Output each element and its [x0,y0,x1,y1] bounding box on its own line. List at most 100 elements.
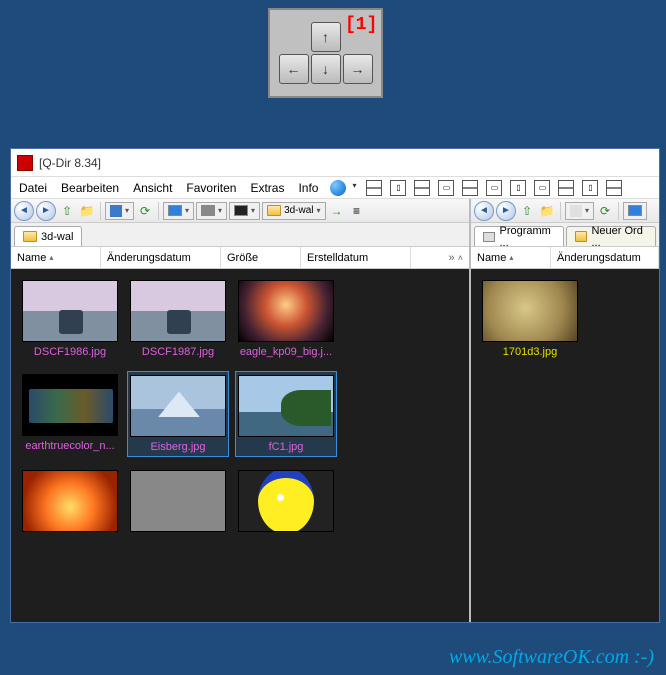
pane-left-toolbar: ◄ ► ⇧ 📁 ▾ ⟳ ▾ ▾ ▾ [11,199,469,223]
key-left: ← [279,54,309,84]
address-text: 3d-wal [284,205,313,216]
color-gray-dropdown[interactable]: ▾ [196,202,227,220]
col-name[interactable]: Name▴ [11,247,101,268]
key-right: → [343,54,373,84]
folder-icon [23,231,37,242]
layout-btn-3[interactable] [414,180,430,196]
thumb-image [238,470,334,532]
address-dropdown[interactable]: 3d-wal ▾ [262,202,325,220]
key-down: ↓ [311,54,341,84]
thumb-eagle[interactable]: eagle_kp09_big.j... [235,277,337,361]
pane-left-tabs: 3d-wal [11,223,469,247]
color-blue-dropdown[interactable] [623,202,647,220]
thumb-smiley[interactable] [235,467,337,535]
watermark: www.SoftwareOK.com :-) [449,646,654,669]
go-icon[interactable]: → [328,202,346,220]
layout-btn-6[interactable]: ▭ [486,180,502,196]
pane-left: ◄ ► ⇧ 📁 ▾ ⟳ ▾ ▾ ▾ [11,199,471,622]
folder-new-icon[interactable]: 📁 [78,202,96,220]
window-title: [Q-Dir 8.34] [39,156,101,170]
menu-datei[interactable]: Datei [13,179,53,197]
nav-back-icon[interactable]: ◄ [14,201,34,221]
layout-btn-9[interactable] [558,180,574,196]
thumb-1701d3[interactable]: 1701d3.jpg [479,277,581,361]
col-more[interactable]: » ˄ [443,252,469,264]
view-mode-dropdown[interactable]: ▾ [105,202,134,220]
layout-btn-1[interactable] [366,180,382,196]
thumb-label: DSCF1987.jpg [130,346,226,358]
pane-left-thumbs[interactable]: DSCF1986.jpg DSCF1987.jpg eagle_kp09_big… [11,269,469,622]
pane-right: ◄ ► ⇧ 📁 ▾ ⟳ Programm ... [471,199,659,622]
thumb-image [238,280,334,342]
thumb-sunset[interactable] [19,467,121,535]
key-up: ↑ [311,22,341,52]
thumb-label: fC1.jpg [239,441,333,453]
annotation-1: [1] [345,15,377,35]
pane-right-tabs: Programm ... Neuer Ord ... [471,223,659,247]
thumb-label: eagle_kp09_big.j... [238,346,334,358]
menu-extras[interactable]: Extras [244,179,290,197]
thumb-eisberg[interactable]: Eisberg.jpg [127,371,229,457]
tab-label: Programm ... [499,225,555,249]
pane-right-toolbar: ◄ ► ⇧ 📁 ▾ ⟳ [471,199,659,223]
thumb-gray[interactable] [127,467,229,535]
menu-favoriten[interactable]: Favoriten [180,179,242,197]
col-changed[interactable]: Änderungsdatum [101,247,221,268]
thumb-fc1[interactable]: fC1.jpg [235,371,337,457]
folder-icon [575,231,587,242]
layout-btn-2[interactable]: ▯ [390,180,406,196]
globe-icon[interactable] [330,180,346,196]
tab-programm[interactable]: Programm ... [474,226,564,246]
thumb-label: DSCF1986.jpg [22,346,118,358]
nav-up-icon[interactable]: ⇧ [58,202,76,220]
title-bar[interactable]: [Q-Dir 8.34] [11,149,659,177]
pane-right-columns: Name▴ Änderungsdatum [471,247,659,269]
tab-label: 3d-wal [41,231,73,243]
thumb-image [238,375,334,437]
menu-ansicht[interactable]: Ansicht [127,179,178,197]
tab-3dwal[interactable]: 3d-wal [14,226,82,246]
view-mode-dropdown[interactable]: ▾ [565,202,594,220]
col-created[interactable]: Erstelldatum [301,247,411,268]
refresh-icon[interactable]: ⟳ [136,202,154,220]
drive-icon [483,232,495,242]
thumb-image [22,280,118,342]
tab-neuerord[interactable]: Neuer Ord ... [566,226,656,246]
thumb-earth[interactable]: earthtruecolor_n... [19,371,121,457]
layout-btn-5[interactable] [462,180,478,196]
pane-right-thumbs[interactable]: 1701d3.jpg [471,269,659,622]
layout-btn-7[interactable]: ▯ [510,180,526,196]
nav-forward-icon[interactable]: ► [36,201,56,221]
qdir-window: [Q-Dir 8.34] Datei Bearbeiten Ansicht Fa… [10,148,660,623]
thumb-dscf1986[interactable]: DSCF1986.jpg [19,277,121,361]
panes-container: ◄ ► ⇧ 📁 ▾ ⟳ ▾ ▾ ▾ [11,199,659,622]
menu-bearbeiten[interactable]: Bearbeiten [55,179,125,197]
col-size[interactable]: Größe [221,247,301,268]
layout-btn-4[interactable]: ▭ [438,180,454,196]
thumb-image [22,470,118,532]
refresh-icon[interactable]: ⟳ [596,202,614,220]
menu-bar: Datei Bearbeiten Ansicht Favoriten Extra… [11,177,659,199]
color-blue-dropdown[interactable]: ▾ [163,202,194,220]
thumb-image [130,470,226,532]
thumb-image [130,280,226,342]
col-name[interactable]: Name▴ [471,247,551,268]
app-icon [17,155,33,171]
layout-btn-11[interactable] [606,180,622,196]
menu-info[interactable]: Info [292,179,324,197]
thumb-label: Eisberg.jpg [131,441,225,453]
thumb-dscf1987[interactable]: DSCF1987.jpg [127,277,229,361]
nav-up-icon[interactable]: ⇧ [518,202,536,220]
thumb-label: earthtruecolor_n... [22,440,118,452]
thumb-image [130,375,226,437]
folder-new-icon[interactable]: 📁 [538,202,556,220]
layout-btn-10[interactable]: ▯ [582,180,598,196]
color-black-dropdown[interactable]: ▾ [229,202,260,220]
col-changed[interactable]: Änderungsdatum [551,247,659,268]
layout-btn-8[interactable]: ▭ [534,180,550,196]
folder-icon [267,205,281,216]
nav-forward-icon[interactable]: ► [496,201,516,221]
tab-label: Neuer Ord ... [591,225,647,249]
bars-icon[interactable]: ≡ [348,202,366,220]
nav-back-icon[interactable]: ◄ [474,201,494,221]
